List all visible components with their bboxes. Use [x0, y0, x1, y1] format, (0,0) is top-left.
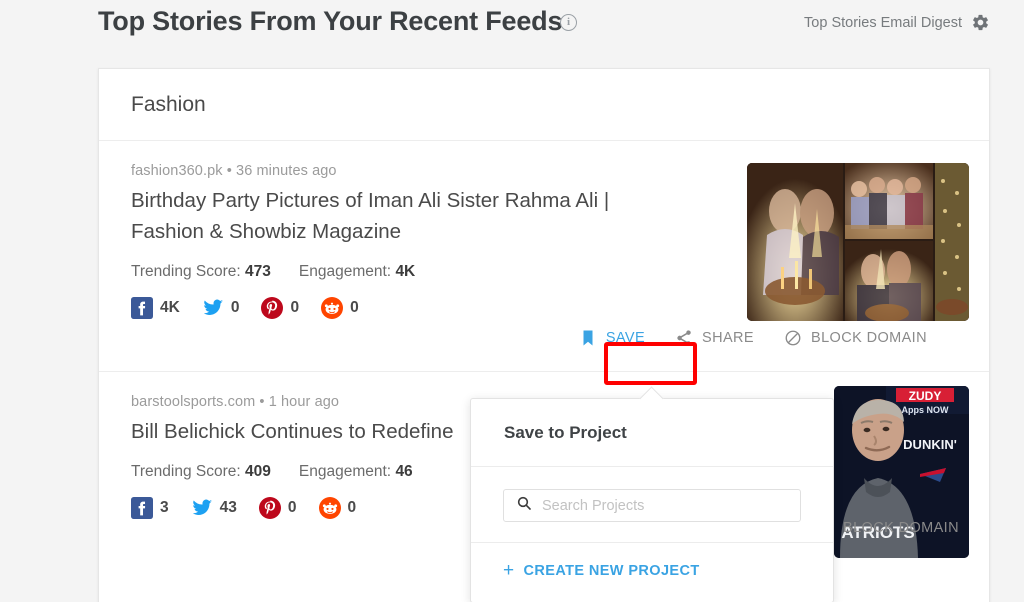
block-domain-label: BLOCK DOMAIN: [811, 330, 927, 346]
twitter-icon: [191, 497, 213, 519]
engagement-value: 46: [395, 463, 413, 480]
twitter-count: 43: [219, 499, 237, 516]
email-digest-label: Top Stories Email Digest: [804, 14, 962, 31]
search-input[interactable]: [542, 497, 788, 514]
email-digest-control[interactable]: Top Stories Email Digest: [804, 13, 990, 32]
save-button[interactable]: SAVE: [579, 329, 645, 347]
reddit-icon: [321, 297, 344, 319]
plus-icon: +: [503, 560, 515, 581]
page-title: Top Stories From Your Recent Feeds: [98, 6, 563, 36]
save-button-label: SAVE: [605, 330, 646, 346]
create-new-project-label: CREATE NEW PROJECT: [523, 563, 700, 579]
pinterest-icon: [258, 497, 281, 519]
social-stat-pinterest: 0: [261, 297, 299, 319]
info-circle-icon[interactable]: i: [560, 14, 577, 31]
social-stat-twitter: 43: [191, 497, 237, 519]
share-icon: [675, 329, 693, 347]
article-actions: SAVE SHARE BLOCK DOMAIN: [131, 319, 957, 353]
pinterest-count: 0: [287, 499, 297, 516]
social-stat-facebook: 4K: [131, 297, 180, 319]
block-domain-button[interactable]: BLOCK DOMAIN: [784, 329, 927, 347]
block-domain-button[interactable]: BLOCK DOMAIN: [816, 519, 959, 537]
block-domain-label: BLOCK DOMAIN: [843, 520, 959, 536]
twitter-count: 0: [230, 299, 240, 316]
facebook-count: 3: [160, 499, 169, 516]
trending-score-label: Trending Score:: [131, 463, 241, 480]
svg-text:ZUDY: ZUDY: [909, 389, 942, 403]
card-section-header: Fashion: [99, 69, 989, 141]
engagement: Engagement: 4K: [299, 263, 415, 281]
trending-score: Trending Score: 473: [131, 263, 271, 281]
facebook-icon: [131, 297, 153, 319]
search-icon: [516, 495, 532, 516]
page-header: Top Stories From Your Recent Feeds i Top…: [0, 0, 1024, 68]
trending-score: Trending Score: 409: [131, 463, 271, 481]
trending-score-value: 409: [245, 463, 271, 480]
bookmark-icon: [579, 329, 597, 347]
reddit-count: 0: [350, 299, 359, 316]
section-title: Fashion: [131, 92, 206, 116]
save-to-project-popover: Save to Project + CREATE NEW PROJECT: [470, 386, 834, 602]
social-stat-pinterest: 0: [258, 497, 297, 519]
search-projects-field[interactable]: [503, 489, 801, 522]
pinterest-count: 0: [290, 299, 300, 316]
social-stat-reddit: 0: [318, 497, 357, 519]
engagement-value: 4K: [395, 263, 416, 280]
social-stat-reddit: 0: [321, 297, 359, 319]
popover-search-section: [471, 467, 833, 542]
engagement: Engagement: 46: [299, 463, 413, 481]
facebook-icon: [131, 497, 153, 519]
article-item: fashion360.pk • 36 minutes ago Birthday …: [99, 141, 989, 371]
gear-icon[interactable]: [971, 13, 990, 32]
share-button-label: SHARE: [702, 330, 754, 346]
social-stat-facebook: 3: [131, 497, 169, 519]
svg-text:Apps NOW: Apps NOW: [902, 405, 950, 415]
block-icon: [784, 329, 802, 347]
twitter-icon: [202, 297, 224, 319]
social-stat-twitter: 0: [202, 297, 240, 319]
svg-text:DUNKIN': DUNKIN': [903, 437, 957, 452]
engagement-label: Engagement:: [298, 263, 392, 280]
article-title[interactable]: Birthday Party Pictures of Iman Ali Sist…: [131, 185, 671, 247]
engagement-label: Engagement:: [298, 463, 392, 480]
pinterest-icon: [261, 297, 284, 319]
trending-score-value: 473: [245, 263, 271, 280]
page-root: Top Stories From Your Recent Feeds i Top…: [0, 0, 1024, 602]
share-button[interactable]: SHARE: [675, 329, 754, 347]
create-new-project-button[interactable]: + CREATE NEW PROJECT: [471, 542, 833, 581]
article-thumbnail[interactable]: [747, 163, 969, 321]
trending-score-label: Trending Score:: [131, 263, 241, 280]
facebook-count: 4K: [160, 299, 180, 316]
reddit-icon: [318, 497, 341, 519]
reddit-count: 0: [347, 499, 357, 516]
